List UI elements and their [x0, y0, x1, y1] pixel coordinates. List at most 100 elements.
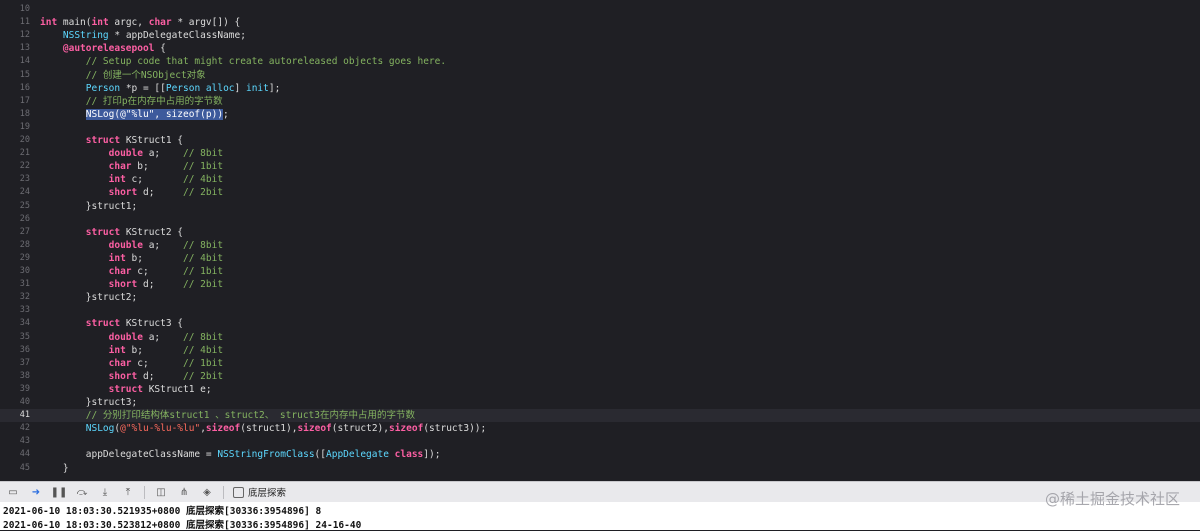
- line-number[interactable]: 32: [0, 291, 30, 304]
- line-number[interactable]: 39: [0, 383, 30, 396]
- line-number[interactable]: 37: [0, 357, 30, 370]
- line-number[interactable]: 25: [0, 200, 30, 213]
- memory-graph-icon[interactable]: ⋔: [177, 485, 191, 499]
- code-line[interactable]: 17 // 打印p在内存中占用的字节数: [0, 95, 1200, 108]
- line-number[interactable]: 28: [0, 239, 30, 252]
- code-line[interactable]: 30 char c; // 1bit: [0, 265, 1200, 278]
- code-line[interactable]: 29 int b; // 4bit: [0, 252, 1200, 265]
- line-number[interactable]: 43: [0, 435, 30, 448]
- code-token: KStruct1 e;: [142, 383, 212, 395]
- code-line[interactable]: 11 int main(int argc, char * argv[]) {: [0, 16, 1200, 29]
- pause-icon[interactable]: ❚❚: [51, 485, 68, 499]
- line-number[interactable]: 10: [0, 3, 30, 16]
- code-line[interactable]: 35 double a; // 8bit: [0, 331, 1200, 344]
- line-number[interactable]: 15: [0, 69, 30, 82]
- step-into-icon[interactable]: ⤓: [98, 485, 112, 499]
- line-number[interactable]: 14: [0, 55, 30, 68]
- line-number[interactable]: 40: [0, 396, 30, 409]
- code-line[interactable]: 32 }struct2;: [0, 291, 1200, 304]
- line-number[interactable]: 33: [0, 304, 30, 317]
- line-number[interactable]: 12: [0, 29, 30, 42]
- code-token: // 打印p在内存中占用的字节数: [85, 95, 223, 107]
- code-line[interactable]: 21 double a; // 8bit: [0, 147, 1200, 160]
- code-token: KStruct2 {: [120, 226, 184, 238]
- step-over-icon[interactable]: ⤼: [75, 485, 89, 499]
- code-line[interactable]: 43: [0, 435, 1200, 448]
- breakpoints-toggle-icon[interactable]: ➜: [29, 485, 43, 499]
- line-number[interactable]: 41: [0, 409, 30, 422]
- line-number[interactable]: 29: [0, 252, 30, 265]
- line-number[interactable]: 16: [0, 82, 30, 95]
- hide-debug-area-icon[interactable]: ▭: [6, 485, 20, 499]
- code-line[interactable]: 39 struct KStruct1 e;: [0, 383, 1200, 396]
- line-number[interactable]: 30: [0, 265, 30, 278]
- code-line[interactable]: 14 // Setup code that might create autor…: [0, 55, 1200, 68]
- view-hierarchy-icon[interactable]: ◫: [154, 485, 168, 499]
- line-number[interactable]: 34: [0, 317, 30, 330]
- code-line[interactable]: 28 double a; // 8bit: [0, 239, 1200, 252]
- line-number[interactable]: 21: [0, 147, 30, 160]
- code-token: struct: [85, 135, 121, 146]
- code-line[interactable]: 22 char b; // 1bit: [0, 160, 1200, 173]
- line-number[interactable]: 11: [0, 16, 30, 29]
- line-number[interactable]: 35: [0, 331, 30, 344]
- code-line[interactable]: 41 // 分别打印结构体struct1 、struct2、 struct3在内…: [0, 409, 1200, 423]
- code-line[interactable]: 15 // 创建一个NSObject对象: [0, 69, 1200, 82]
- code-line[interactable]: 16 Person *p = [[Person alloc] init];: [0, 82, 1200, 95]
- code-line[interactable]: 36 int b; // 4bit: [0, 344, 1200, 357]
- line-number[interactable]: 36: [0, 344, 30, 357]
- line-number[interactable]: 44: [0, 448, 30, 461]
- code-line[interactable]: 44 appDelegateClassName = NSStringFromCl…: [0, 448, 1200, 461]
- process-target[interactable]: 底层探索: [233, 485, 286, 499]
- code-line[interactable]: 25 }struct1;: [0, 200, 1200, 213]
- code-token: ;: [223, 108, 229, 120]
- code-line[interactable]: 45 }: [0, 462, 1200, 475]
- code-line[interactable]: 24 short d; // 2bit: [0, 186, 1200, 199]
- code-line[interactable]: 34 struct KStruct3 {: [0, 317, 1200, 330]
- code-line[interactable]: 23 int c; // 4bit: [0, 173, 1200, 186]
- code-line[interactable]: 26: [0, 213, 1200, 226]
- line-number[interactable]: 22: [0, 160, 30, 173]
- code-line[interactable]: 19: [0, 121, 1200, 134]
- line-number[interactable]: 18: [0, 108, 30, 121]
- line-number[interactable]: 27: [0, 226, 30, 239]
- code-line[interactable]: 40 }struct3;: [0, 396, 1200, 409]
- code-line[interactable]: 12 NSString * appDelegateClassName;: [0, 29, 1200, 42]
- line-number[interactable]: 17: [0, 95, 30, 108]
- code-editor[interactable]: 10 11 int main(int argc, char * argv[]) {1…: [0, 0, 1200, 481]
- code-token: // 8bit: [183, 331, 224, 343]
- code-token: // 2bit: [183, 279, 224, 291]
- line-number[interactable]: 24: [0, 186, 30, 199]
- code-line[interactable]: 27 struct KStruct2 {: [0, 226, 1200, 239]
- code-line[interactable]: 42 NSLog(@"%lu-%lu-%lu",sizeof(struct1),…: [0, 422, 1200, 435]
- step-out-icon[interactable]: ⤒: [121, 485, 135, 499]
- code-token: {: [154, 43, 166, 55]
- code-line[interactable]: 13 @autoreleasepool {: [0, 42, 1200, 55]
- line-number[interactable]: 19: [0, 121, 30, 134]
- code-line[interactable]: 38 short d; // 2bit: [0, 370, 1200, 383]
- code-line[interactable]: 31 short d; // 2bit: [0, 278, 1200, 291]
- line-number[interactable]: 31: [0, 278, 30, 291]
- code-line[interactable]: 37 char c; // 1bit: [0, 357, 1200, 370]
- code-line[interactable]: 18 NSLog(@"%lu", sizeof(p));: [0, 108, 1200, 121]
- line-number[interactable]: 42: [0, 422, 30, 435]
- line-number[interactable]: 20: [0, 134, 30, 147]
- line-number[interactable]: 13: [0, 42, 30, 55]
- line-number[interactable]: 23: [0, 173, 30, 186]
- simulate-location-icon[interactable]: ◈: [200, 485, 214, 499]
- line-number[interactable]: 26: [0, 213, 30, 226]
- code-token: // 1bit: [183, 357, 224, 369]
- code-line[interactable]: 33: [0, 304, 1200, 317]
- console-output[interactable]: 2021-06-10 18:03:30.521935+0800 底层探索[303…: [0, 502, 1200, 531]
- code-line[interactable]: 20 struct KStruct1 {: [0, 134, 1200, 147]
- line-number[interactable]: 45: [0, 462, 30, 475]
- line-number[interactable]: 38: [0, 370, 30, 383]
- code-token: b;: [125, 252, 184, 264]
- code-line[interactable]: 10: [0, 3, 1200, 16]
